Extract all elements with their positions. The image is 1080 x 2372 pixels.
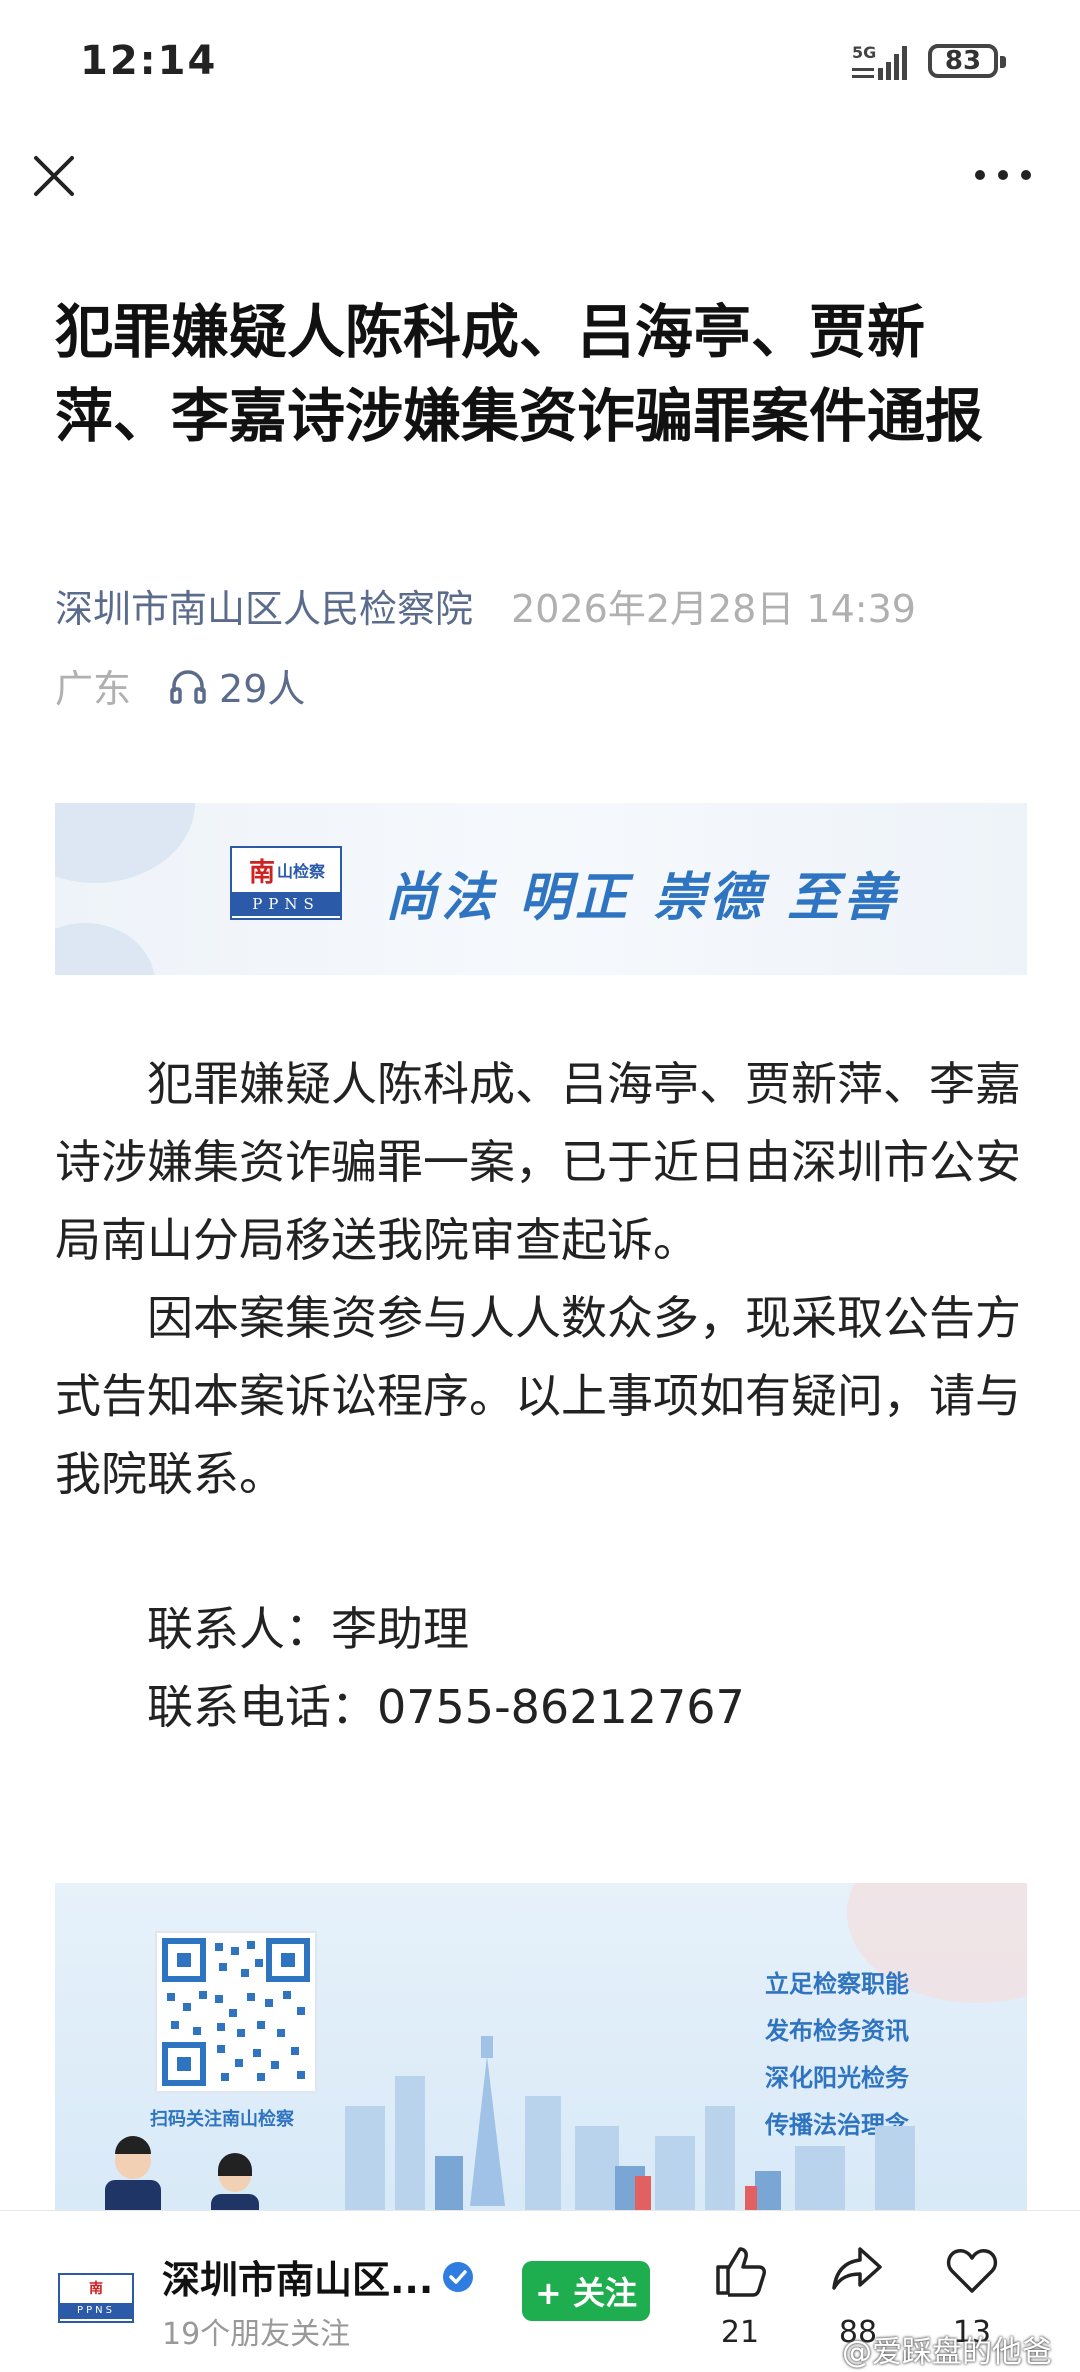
close-icon[interactable]: [28, 150, 80, 202]
paragraph: 犯罪嫌疑人陈科成、吕海亭、贾新萍、李嘉诗涉嫌集资诈骗罪一案，已于近日由深圳市公安…: [55, 1057, 1021, 1267]
paragraph: 因本案集资参与人人数众多，现采取公告方式告知本案诉讼程序。以上事项如有疑问，请与…: [55, 1291, 1021, 1501]
banner-decoration: [55, 803, 195, 883]
friends-following: 19个朋友关注: [162, 2317, 351, 2352]
thumbs-up-icon: [716, 2247, 766, 2297]
more-icon[interactable]: [972, 160, 1034, 190]
contact-person: 联系人：李助理: [147, 1602, 469, 1656]
watermark: @爱踩盘的他爸: [842, 2335, 1052, 2370]
publish-date: 2026年2月28日 14:39: [511, 587, 916, 631]
location: 广东: [55, 667, 132, 711]
like-count: 21: [720, 2315, 760, 2350]
article-title: 犯罪嫌疑人陈科成、吕海亭、贾新萍、李嘉诗涉嫌集资诈骗罪案件通报: [55, 298, 984, 450]
article-meta: 深圳市南山区人民检察院 2026年2月28日 14:39: [55, 578, 916, 633]
listener-count: 29人: [219, 667, 306, 711]
author-link[interactable]: 深圳市南山区人民检察院: [55, 587, 473, 631]
article-body: 犯罪嫌疑人陈科成、吕海亭、贾新萍、李嘉诗涉嫌集资诈骗罪一案，已于近日由深圳市公安…: [55, 1045, 1030, 1513]
footer-poster: 扫码关注南山检察 立足检察职能 发布检务资讯 深化阳光检务 传播法治理念: [55, 1883, 1027, 2216]
nanshan-procuratorate-logo: 南山检察 PPNS: [230, 846, 342, 920]
status-bar: 12:14 5G 83: [0, 0, 1080, 130]
headphones-icon: [170, 669, 206, 704]
banner-decoration: [55, 923, 155, 975]
account-name[interactable]: 深圳市南山区...: [162, 2249, 475, 2304]
signal-5g-icon: 5G: [852, 43, 907, 80]
article-meta-secondary: 广东 29人: [55, 658, 305, 713]
listen-button[interactable]: 29人: [169, 658, 305, 713]
svg-text:5G: 5G: [852, 43, 876, 62]
battery-indicator: 83: [928, 44, 1006, 78]
follow-button[interactable]: + 关注: [522, 2261, 650, 2321]
status-time: 12:14: [80, 38, 218, 84]
share-arrow-icon: [832, 2247, 882, 2290]
account-avatar[interactable]: 南 PPNS: [58, 2273, 134, 2323]
header-banner: 南山检察 PPNS 尚法 明正 崇德 至善: [55, 803, 1027, 975]
city-skyline-illustration: [105, 2036, 915, 2216]
banner-slogan: 尚法 明正 崇德 至善: [385, 867, 900, 928]
verified-badge-icon: [443, 2261, 474, 2292]
like-button[interactable]: 21: [700, 2243, 780, 2350]
heart-icon: [946, 2249, 998, 2293]
contact-phone: 联系电话：0755-86212767: [147, 1680, 745, 1734]
contact-info: 联系人：李助理 联系电话：0755-86212767: [147, 1590, 745, 1746]
